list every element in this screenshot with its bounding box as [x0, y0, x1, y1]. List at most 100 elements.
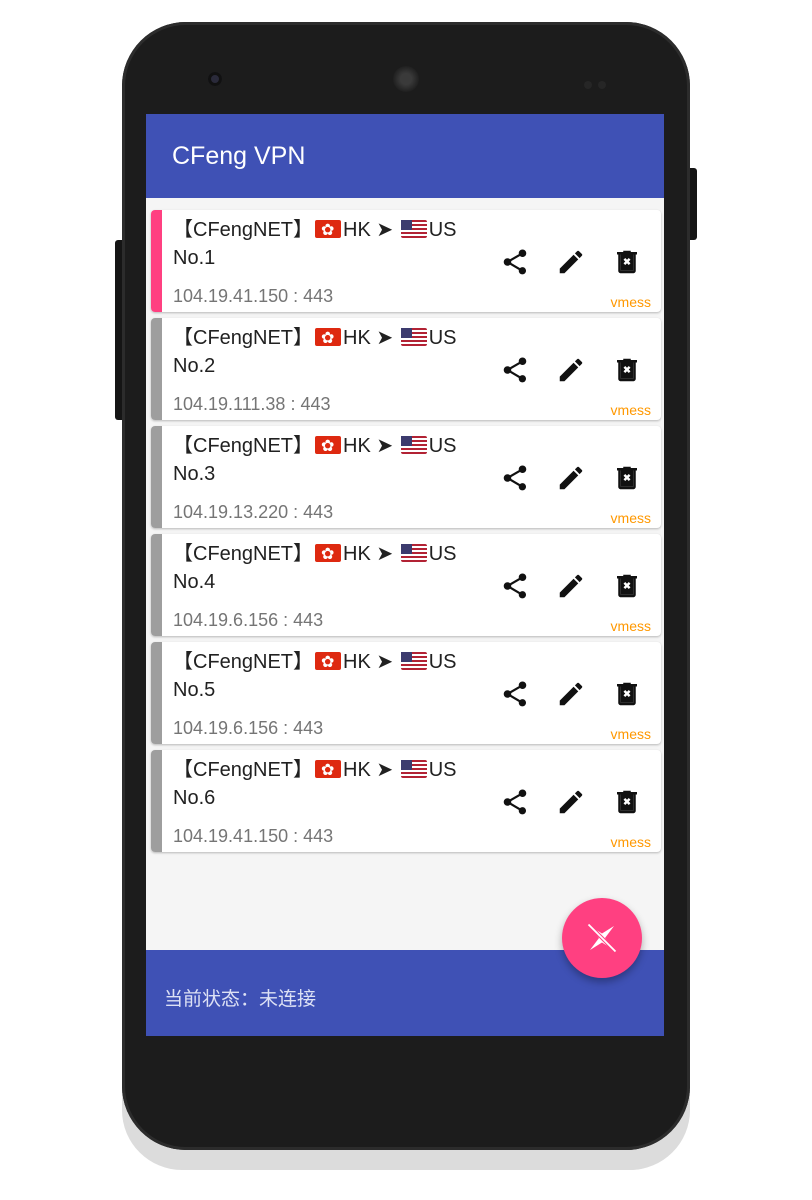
- connection-status: 当前状态：未连接: [164, 988, 317, 1010]
- destination-region: US: [428, 327, 457, 349]
- selection-indicator: [151, 642, 162, 744]
- us-flag-icon: [400, 220, 427, 238]
- hk-flag-icon: [315, 325, 342, 353]
- hk-flag-icon: [315, 649, 342, 677]
- server-card[interactable]: 【CFengNET】 HK ➤ US No.4 104.19.6.156 : 44…: [151, 534, 661, 636]
- share-icon: [503, 249, 527, 275]
- server-name: 【CFengNET】 HK ➤ US No.4: [173, 540, 493, 596]
- selection-indicator: [151, 534, 162, 636]
- edit-button[interactable]: [553, 352, 589, 388]
- card-actions: [497, 352, 647, 388]
- server-number: No.6: [173, 787, 216, 809]
- server-label: 【CFengNET】: [173, 327, 314, 349]
- delete-button[interactable]: [609, 244, 645, 280]
- arrow-icon: ➤: [376, 651, 394, 673]
- share-icon: [503, 573, 527, 599]
- delete-icon: [617, 790, 637, 814]
- server-number: No.2: [173, 355, 216, 377]
- card-actions: [497, 460, 647, 496]
- arrow-icon: ➤: [376, 543, 394, 565]
- protocol-badge: vmess: [610, 834, 651, 850]
- server-card[interactable]: 【CFengNET】 HK ➤ US No.5 104.19.6.156 : 44…: [151, 642, 661, 744]
- server-name: 【CFengNET】 HK ➤ US No.3: [173, 432, 493, 488]
- app-screen: CFeng VPN 【CFengNET】 HK ➤ US No.1 104.19.…: [146, 114, 664, 1036]
- edit-button[interactable]: [553, 244, 589, 280]
- delete-button[interactable]: [609, 568, 645, 604]
- us-flag-icon: [400, 328, 427, 346]
- delete-button[interactable]: [609, 676, 645, 712]
- delete-icon: [617, 250, 637, 274]
- server-name: 【CFengNET】 HK ➤ US No.6: [173, 756, 493, 812]
- server-address: 104.19.41.150 : 443: [173, 286, 334, 306]
- edit-icon: [559, 790, 583, 814]
- destination-region: US: [428, 543, 457, 565]
- delete-button[interactable]: [609, 460, 645, 496]
- share-icon: [503, 789, 527, 815]
- origin-region: HK: [343, 327, 371, 349]
- card-actions: [497, 784, 647, 820]
- server-name: 【CFengNET】 HK ➤ US No.2: [173, 324, 493, 380]
- hk-flag-icon: [315, 433, 342, 461]
- destination-region: US: [428, 435, 457, 457]
- server-address: 104.19.13.220 : 443: [173, 502, 334, 522]
- share-button[interactable]: [497, 676, 533, 712]
- protocol-badge: vmess: [610, 402, 651, 418]
- server-address: 104.19.41.150 : 443: [173, 826, 334, 846]
- hk-flag-icon: [315, 217, 342, 245]
- us-flag-icon: [400, 544, 427, 562]
- hk-flag-icon: [315, 757, 342, 785]
- server-card[interactable]: 【CFengNET】 HK ➤ US No.3 104.19.13.220 : 4…: [151, 426, 661, 528]
- share-icon: [503, 357, 527, 383]
- server-card[interactable]: 【CFengNET】 HK ➤ US No.1 104.19.41.150 : 4…: [151, 210, 661, 312]
- protocol-badge: vmess: [610, 618, 651, 634]
- server-card[interactable]: 【CFengNET】 HK ➤ US No.2 104.19.111.38 : 4…: [151, 318, 661, 420]
- server-number: No.4: [173, 571, 216, 593]
- connect-fab[interactable]: [562, 898, 642, 978]
- origin-region: HK: [343, 435, 371, 457]
- share-button[interactable]: [497, 244, 533, 280]
- selection-indicator: [151, 750, 162, 852]
- arrow-icon: ➤: [376, 759, 394, 781]
- protocol-badge: vmess: [610, 510, 651, 526]
- edit-button[interactable]: [553, 568, 589, 604]
- server-label: 【CFengNET】: [173, 759, 314, 781]
- share-button[interactable]: [497, 460, 533, 496]
- edit-button[interactable]: [553, 676, 589, 712]
- origin-region: HK: [343, 543, 371, 565]
- arrow-icon: ➤: [376, 219, 394, 241]
- server-name: 【CFengNET】 HK ➤ US No.5: [173, 648, 493, 704]
- arrow-icon: ➤: [376, 435, 394, 457]
- edit-button[interactable]: [553, 784, 589, 820]
- delete-button[interactable]: [609, 352, 645, 388]
- app-bar: CFeng VPN: [146, 114, 664, 198]
- edit-button[interactable]: [553, 460, 589, 496]
- proximity-sensor: [584, 74, 612, 89]
- server-address: 104.19.6.156 : 443: [173, 718, 324, 738]
- origin-region: HK: [343, 759, 371, 781]
- share-button[interactable]: [497, 352, 533, 388]
- share-button[interactable]: [497, 784, 533, 820]
- protocol-badge: vmess: [610, 294, 651, 310]
- edit-icon: [559, 358, 583, 382]
- front-camera: [208, 72, 222, 86]
- server-label: 【CFengNET】: [173, 435, 314, 457]
- server-number: No.3: [173, 463, 216, 485]
- card-actions: [497, 244, 647, 280]
- selection-indicator: [151, 318, 162, 420]
- selection-indicator: [151, 426, 162, 528]
- server-card[interactable]: 【CFengNET】 HK ➤ US No.6 104.19.41.150 : 4…: [151, 750, 661, 852]
- selection-indicator: [151, 210, 162, 312]
- app-title: CFeng VPN: [172, 142, 306, 170]
- delete-icon: [617, 466, 637, 490]
- destination-region: US: [428, 759, 457, 781]
- arrow-icon: ➤: [376, 327, 394, 349]
- disconnected-icon: [587, 923, 617, 953]
- delete-button[interactable]: [609, 784, 645, 820]
- server-label: 【CFengNET】: [173, 219, 314, 241]
- delete-icon: [617, 682, 637, 706]
- server-number: No.1: [173, 247, 216, 269]
- delete-icon: [617, 358, 637, 382]
- share-button[interactable]: [497, 568, 533, 604]
- delete-icon: [617, 574, 637, 598]
- share-icon: [503, 465, 527, 491]
